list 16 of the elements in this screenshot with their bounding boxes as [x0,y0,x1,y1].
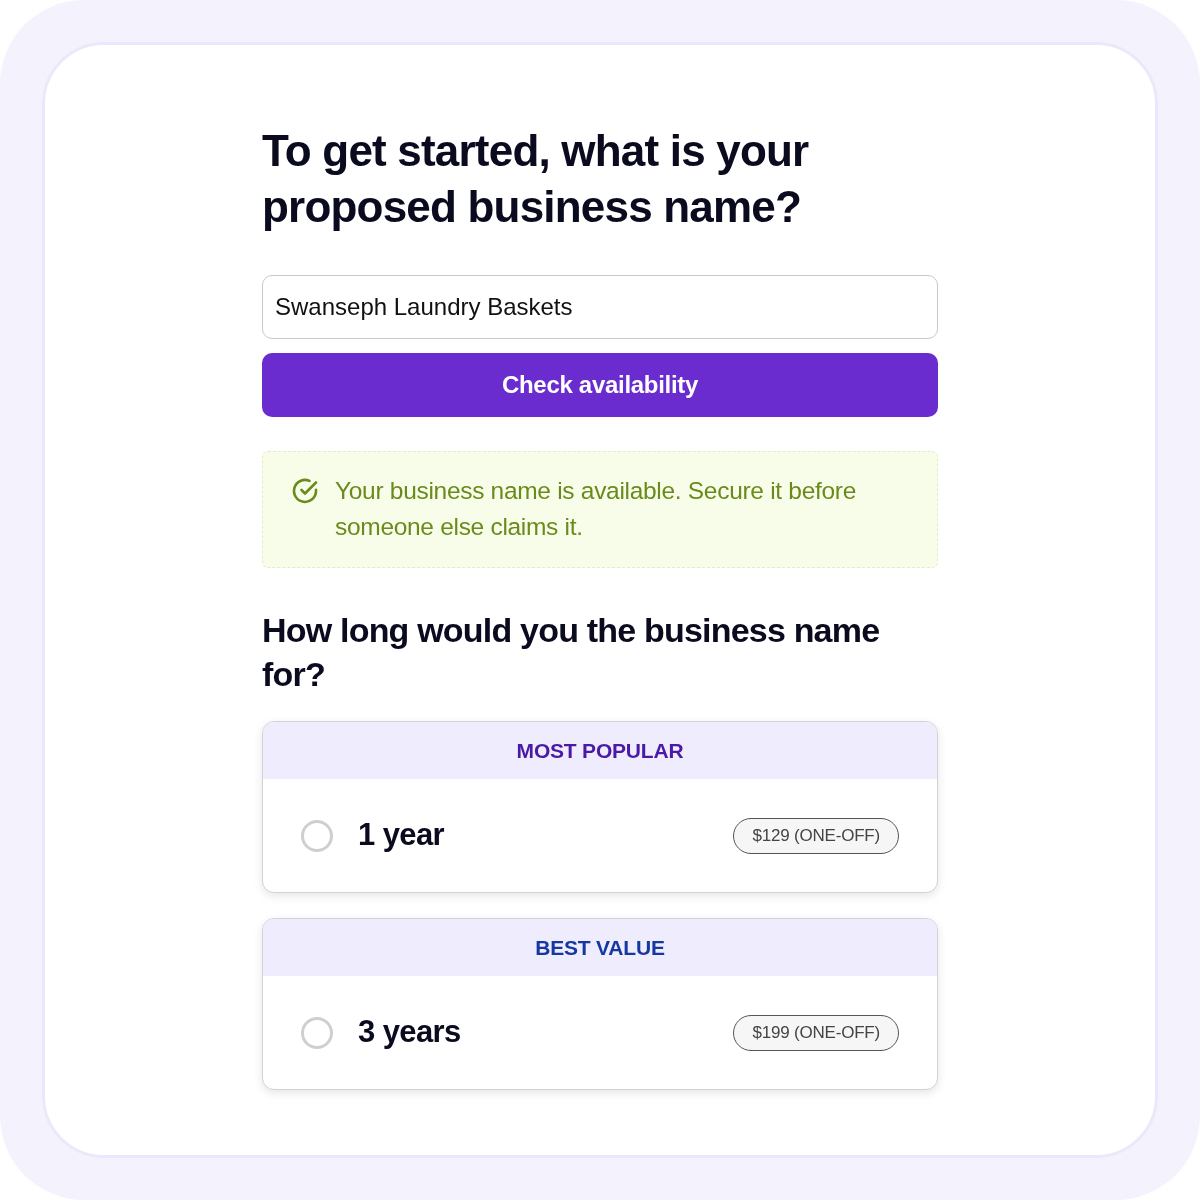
availability-message: Your business name is available. Secure it before someone else claims it. [335,476,857,542]
plan-tag: MOST POPULAR [263,722,937,779]
plan-option-card[interactable]: MOST POPULAR 1 year $129 (ONE-OFF) [262,721,938,893]
check-circle-icon [291,477,319,505]
radio-button[interactable] [301,819,333,852]
price-tag: $129 (ONE-OFF) [733,817,899,854]
check-availability-button[interactable]: Check availability [262,353,938,417]
plan-option-card[interactable]: BEST VALUE 3 years $199 (ONE-OFF) [262,918,938,1090]
plan-duration: 3 years [358,1013,461,1052]
business-name-field[interactable]: Swanseph Laundry Baskets [262,275,938,339]
plan-tag: BEST VALUE [263,919,937,976]
radio-button[interactable] [301,1016,333,1049]
plan-duration: 1 year [358,816,445,855]
question-heading: To get started, what is your proposed business name? [262,125,810,233]
duration-question: How long would you the business name for? [262,610,881,695]
price-tag: $199 (ONE-OFF) [733,1014,899,1051]
